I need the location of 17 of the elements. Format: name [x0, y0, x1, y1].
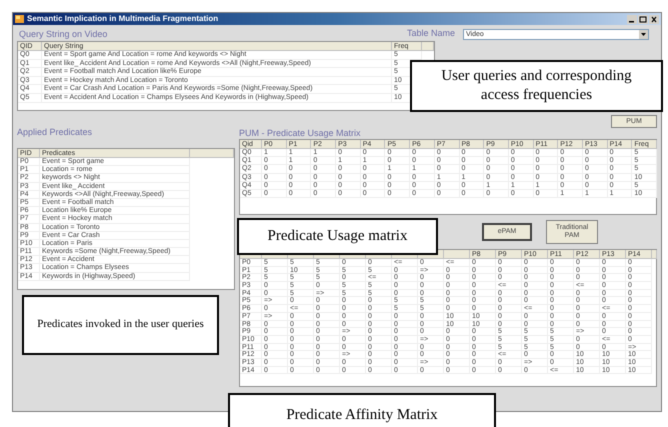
callout-box: Predicate Usage matrix: [237, 218, 438, 255]
section-title: Applied Predicates: [17, 127, 92, 137]
maximize-icon[interactable]: [638, 14, 648, 24]
minimize-icon[interactable]: [627, 14, 637, 24]
section-title: Query String on Video: [19, 28, 108, 40]
column-header: [652, 250, 657, 259]
column-header: [190, 149, 234, 158]
callout-box: Predicate Affinity Matrix: [228, 393, 496, 427]
table-name-label: Table Name: [406, 27, 455, 40]
callout-box: Predicates invoked in the user queries: [22, 295, 219, 355]
caret-icon: [639, 30, 648, 38]
window-title: Semantic Implication in Multimedia Fragmentation: [27, 14, 218, 24]
section-title: PUM - Predicate Usage Matrix: [239, 128, 362, 139]
callout-box: User queries and corresponding access frequencies: [410, 60, 663, 112]
close-icon[interactable]: [649, 14, 659, 24]
app-icon: [15, 15, 24, 23]
column-header: [422, 42, 434, 51]
